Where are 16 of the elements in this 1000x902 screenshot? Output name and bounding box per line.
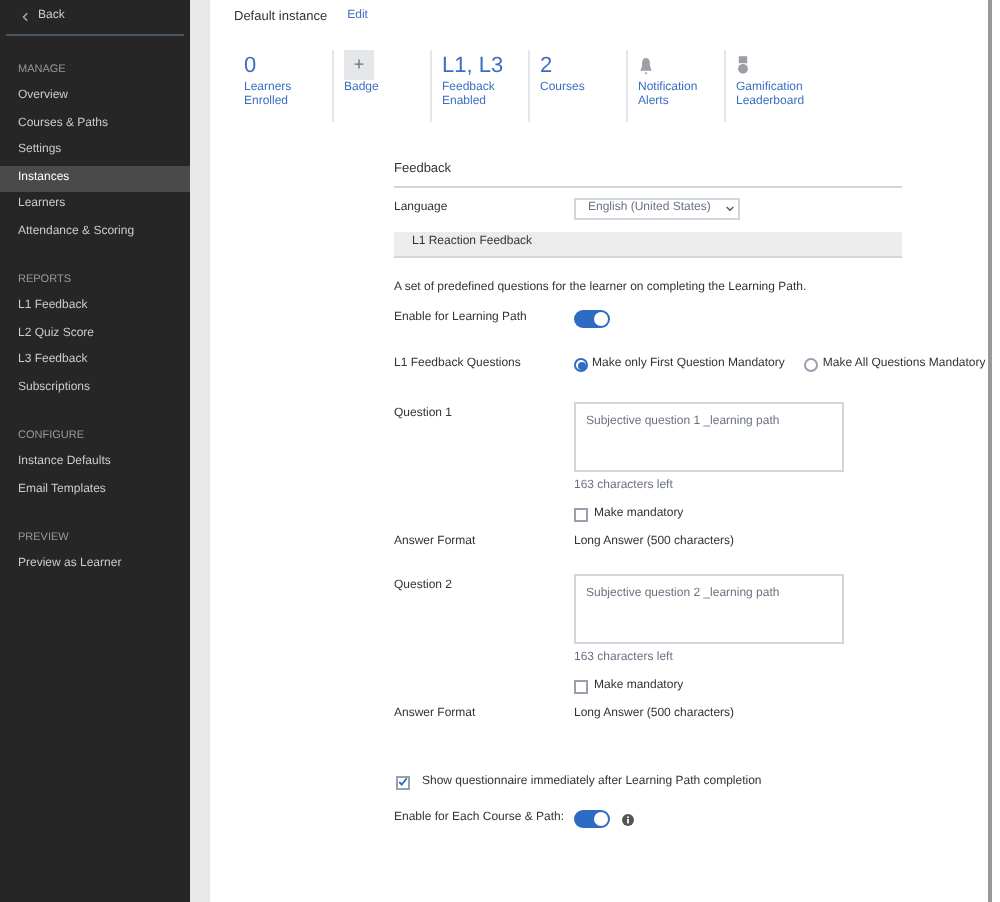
bell-icon bbox=[638, 55, 654, 75]
radio-button[interactable] bbox=[804, 358, 819, 373]
badge-placeholder[interactable]: + bbox=[344, 50, 374, 80]
toggle-switch[interactable] bbox=[574, 810, 610, 829]
medal-icon bbox=[736, 55, 750, 75]
stat-value: 0 bbox=[244, 51, 257, 79]
toggle-switch[interactable] bbox=[574, 310, 610, 329]
chevron-down-icon bbox=[726, 206, 735, 213]
radio-button[interactable] bbox=[574, 358, 588, 373]
stat-value: 2 bbox=[540, 51, 553, 79]
back-icon bbox=[22, 12, 28, 22]
checkbox[interactable] bbox=[396, 775, 410, 790]
checkbox[interactable] bbox=[574, 679, 588, 694]
stat-value: L1, L3 bbox=[442, 51, 504, 79]
checkbox[interactable] bbox=[574, 507, 588, 522]
info-icon[interactable] bbox=[622, 813, 634, 826]
